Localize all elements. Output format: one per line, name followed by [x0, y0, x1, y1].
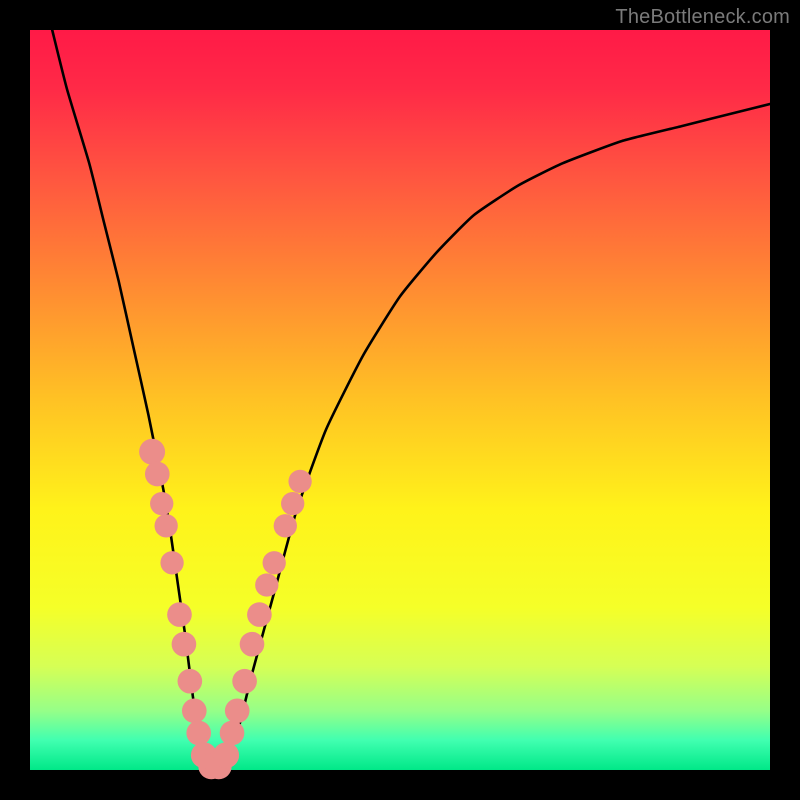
data-marker — [145, 462, 170, 487]
data-marker — [225, 698, 250, 723]
data-marker — [232, 669, 257, 694]
chart-svg — [30, 30, 770, 770]
data-marker — [155, 514, 178, 537]
data-marker — [150, 492, 173, 515]
watermark-text: TheBottleneck.com — [615, 6, 790, 29]
data-marker — [288, 470, 311, 493]
data-markers — [139, 439, 312, 779]
data-marker — [281, 492, 304, 515]
data-marker — [247, 602, 272, 627]
data-marker — [139, 439, 165, 465]
data-marker — [274, 514, 297, 537]
data-marker — [220, 721, 245, 746]
data-marker — [182, 698, 207, 723]
data-marker — [160, 551, 183, 574]
bottleneck-curve — [52, 30, 770, 770]
data-marker — [167, 602, 192, 627]
data-marker — [172, 632, 197, 657]
data-marker — [213, 742, 239, 768]
data-marker — [263, 551, 286, 574]
data-marker — [178, 669, 203, 694]
chart-frame: TheBottleneck.com — [0, 0, 800, 800]
data-marker — [240, 632, 265, 657]
data-marker — [255, 573, 278, 596]
data-marker — [186, 721, 211, 746]
plot-area — [30, 30, 770, 770]
